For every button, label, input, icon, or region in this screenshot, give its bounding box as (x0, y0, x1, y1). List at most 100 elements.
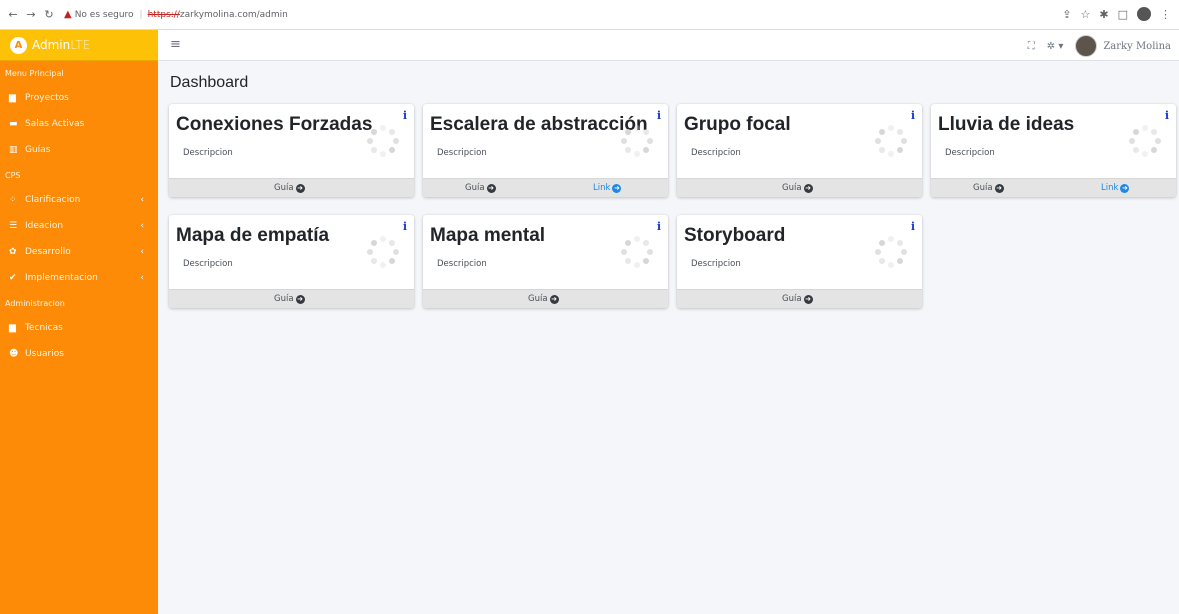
divider: | (139, 9, 143, 20)
sidebar-item-label: Implementacion (25, 273, 98, 283)
guide-link[interactable]: Guía ➜ (528, 294, 559, 304)
link-label: Link (1101, 183, 1119, 193)
insecure-label[interactable]: No es seguro (75, 10, 134, 20)
top-navbar: ≡ ⛶ ✲ ▾ Zarky Molina (158, 30, 1179, 61)
card-title: Storyboard (684, 225, 786, 246)
info-icon[interactable]: i (657, 220, 661, 233)
card-footer: Guía ➜ (423, 289, 668, 308)
technique-card: Conexiones Forzadas Descripcion i Guía ➜ (169, 104, 414, 197)
user-name[interactable]: Zarky Molina (1103, 41, 1171, 52)
loading-spinner-icon (620, 124, 654, 158)
vr-icon: ▬ (9, 119, 18, 129)
arrow-circle-right-icon: ➜ (803, 294, 813, 304)
sidebar-item-guias[interactable]: ▥ Guías (0, 137, 158, 163)
card-footer: Guía ➜ (677, 178, 922, 197)
guide-link[interactable]: Guía ➜ (274, 183, 305, 193)
guide-label: Guía (528, 294, 548, 304)
gear-icon: ✲ (1046, 40, 1056, 52)
technique-card: Mapa mental Descripcion i Guía ➜ (423, 215, 668, 308)
sidebar-item-label: Salas Activas (25, 119, 85, 129)
card-title: Lluvia de ideas (938, 114, 1075, 135)
sidebar-item-label: Ideacion (25, 221, 64, 231)
info-icon[interactable]: i (1165, 109, 1169, 122)
card-title: Escalera de abstracción (430, 114, 648, 135)
gear-icon: ✿ (9, 247, 17, 257)
back-arrow-icon[interactable]: ← (6, 8, 20, 22)
info-icon[interactable]: i (403, 220, 407, 233)
brand-link[interactable]: A AdminLTE (0, 30, 158, 61)
sidebar-item-tecnicas[interactable]: ▆ Tecnicas (0, 315, 158, 341)
card-footer: Guía ➜ (169, 289, 414, 308)
card-footer: Guía ➜ (677, 289, 922, 308)
loading-spinner-icon (874, 124, 908, 158)
hamburger-menu-icon[interactable]: ≡ (170, 37, 181, 52)
sidebar-item-desarrollo[interactable]: ✿ Desarrollo ‹ (0, 239, 158, 265)
card-body: Mapa de empatía Descripcion i (169, 215, 414, 289)
card-description: Descripcion (691, 259, 741, 269)
forward-arrow-icon[interactable]: → (24, 8, 38, 22)
sidebar-item-clarificacion[interactable]: ⁘ Clarificacion ‹ (0, 187, 158, 213)
technique-card: Storyboard Descripcion i Guía ➜ (677, 215, 922, 308)
profile-avatar[interactable] (1137, 7, 1151, 21)
sidebar-item-label: Tecnicas (25, 323, 63, 333)
card-description: Descripcion (183, 259, 233, 269)
card-description: Descripcion (437, 148, 487, 158)
chevron-left-icon: ‹ (140, 273, 144, 283)
info-icon[interactable]: i (657, 109, 661, 122)
technique-card: Mapa de empatía Descripcion i Guía ➜ (169, 215, 414, 308)
brand-logo-icon: A (10, 36, 27, 54)
card-footer: Guía ➜ (169, 178, 414, 197)
arrow-circle-right-icon: ➜ (1120, 183, 1130, 193)
card-body: Conexiones Forzadas Descripcion i (169, 104, 414, 178)
caret-down-icon: ▾ (1058, 40, 1064, 52)
arrow-circle-right-icon: ➜ (549, 294, 559, 304)
kebab-menu-icon[interactable]: ⋮ (1160, 8, 1171, 21)
sidebar-item-label: Desarrollo (25, 247, 71, 257)
browser-toolbar: ← → ↻ ▲ No es seguro | https://zarkymoli… (0, 0, 1179, 30)
info-icon[interactable]: i (911, 109, 915, 122)
guide-link[interactable]: Guía ➜ (973, 183, 1004, 193)
loading-spinner-icon (366, 235, 400, 269)
external-link[interactable]: Link ➜ (1101, 183, 1130, 193)
reload-icon[interactable]: ↻ (42, 8, 56, 22)
sidebar-item-salas-activas[interactable]: ▬ Salas Activas (0, 111, 158, 137)
spinner-icon: ⁘ (9, 195, 17, 205)
guide-link[interactable]: Guía ➜ (465, 183, 496, 193)
warning-icon[interactable]: ▲ (64, 9, 72, 20)
window-icon[interactable]: □ (1118, 8, 1128, 21)
share-icon[interactable]: ⇪ (1062, 8, 1071, 21)
technique-card: Escalera de abstracción Descripcion i Guía ➜… (423, 104, 668, 197)
sidebar-item-label: Usuarios (25, 349, 64, 359)
card-description: Descripcion (945, 148, 995, 158)
card-footer: Guía ➜ Link ➜ (423, 178, 668, 197)
guide-label: Guía (465, 183, 485, 193)
star-icon[interactable]: ☆ (1081, 8, 1091, 21)
guide-link[interactable]: Guía ➜ (782, 183, 813, 193)
sidebar-item-usuarios[interactable]: ☻ Usuarios (0, 341, 158, 367)
settings-dropdown[interactable]: ✲ ▾ (1047, 41, 1064, 52)
extensions-icon[interactable]: ✱ (1099, 8, 1108, 21)
user-avatar[interactable] (1075, 35, 1098, 57)
guide-link[interactable]: Guía ➜ (274, 294, 305, 304)
fullscreen-icon[interactable]: ⛶ (1028, 41, 1035, 52)
sidebar-item-implementacion[interactable]: ✔ Implementacion ‹ (0, 265, 158, 291)
card-body: Mapa mental Descripcion i (423, 215, 668, 289)
arrow-circle-right-icon: ➜ (295, 294, 305, 304)
address-bar[interactable]: https://zarkymolina.com/admin (148, 10, 288, 20)
card-body: Escalera de abstracción Descripcion i (423, 104, 668, 178)
external-link[interactable]: Link ➜ (593, 183, 622, 193)
brand-name: AdminLTE (32, 38, 91, 52)
info-icon[interactable]: i (911, 220, 915, 233)
loading-spinner-icon (366, 124, 400, 158)
arrow-circle-right-icon: ➜ (486, 183, 496, 193)
sidebar-item-label: Clarificacion (25, 195, 81, 205)
loading-spinner-icon (1128, 124, 1162, 158)
info-icon[interactable]: i (403, 109, 407, 122)
guide-link[interactable]: Guía ➜ (782, 294, 813, 304)
sidebar-item-proyectos[interactable]: ▆ Proyectos (0, 85, 158, 111)
sidebar-item-ideacion[interactable]: ☰ Ideacion ‹ (0, 213, 158, 239)
card-body: Lluvia de ideas Descripcion i (931, 104, 1176, 178)
folder-icon: ▆ (9, 93, 16, 103)
chevron-left-icon: ‹ (140, 247, 144, 257)
sidebar: A AdminLTE Menu Principal ▆ Proyectos ▬ … (0, 30, 158, 614)
